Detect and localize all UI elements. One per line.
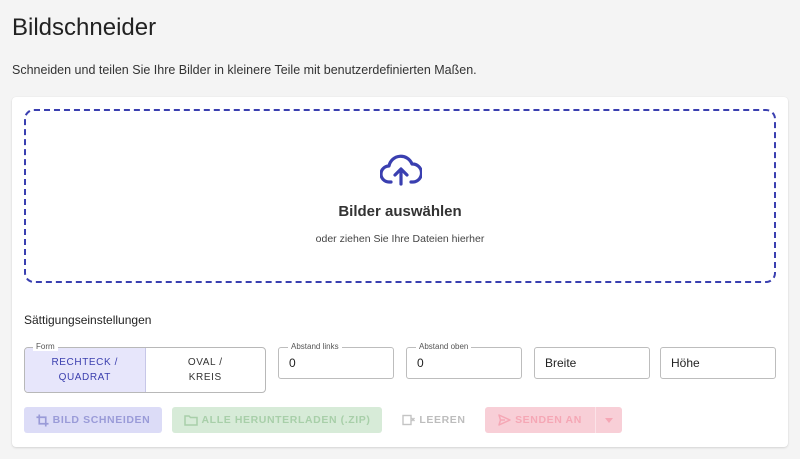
left-margin-legend: Abstand links xyxy=(288,342,342,351)
height-field xyxy=(660,347,776,379)
top-margin-input[interactable] xyxy=(407,348,521,378)
clear-icon xyxy=(402,414,416,426)
cloud-upload-icon xyxy=(380,154,422,186)
page-title: Bildschneider xyxy=(12,14,157,41)
shape-toggle-group: Form RECHTECK / QUADRAT OVAL / KREIS xyxy=(24,342,266,393)
download-all-zip-label: ALLE HERUNTERLADEN (.ZIP) xyxy=(201,414,371,426)
left-margin-input[interactable] xyxy=(279,348,393,378)
shape-option-rectangle-line1: RECHTECK / xyxy=(51,357,119,368)
settings-label: Sättigungseinstellungen xyxy=(24,313,152,327)
send-to-label: SENDEN AN xyxy=(515,414,582,426)
top-margin-field: Abstand oben xyxy=(406,342,522,379)
caret-down-icon xyxy=(605,417,613,423)
crop-icon xyxy=(36,413,49,427)
width-field xyxy=(534,347,650,379)
page-subtitle: Schneiden und teilen Sie Ihre Bilder in … xyxy=(12,63,477,77)
left-margin-field: Abstand links xyxy=(278,342,394,379)
clear-label: LEEREN xyxy=(419,414,466,426)
send-to-dropdown-button[interactable] xyxy=(595,407,622,433)
shape-option-rectangle[interactable]: RECHTECK / QUADRAT xyxy=(25,348,146,392)
main-card: Bilder auswählen oder ziehen Sie Ihre Da… xyxy=(12,97,788,447)
send-icon xyxy=(498,414,511,426)
crop-image-label: BILD SCHNEIDEN xyxy=(52,414,151,426)
clear-button[interactable]: LEEREN xyxy=(392,407,476,433)
crop-image-button[interactable]: BILD SCHNEIDEN xyxy=(24,407,162,433)
dropzone-title: Bilder auswählen xyxy=(338,203,462,220)
send-to-button[interactable]: SENDEN AN xyxy=(485,407,595,433)
shape-option-oval-line1: OVAL / xyxy=(187,357,223,368)
height-input[interactable] xyxy=(661,348,775,378)
shape-option-oval[interactable]: OVAL / KREIS xyxy=(146,348,266,392)
dropzone-subtitle: oder ziehen Sie Ihre Dateien hierher xyxy=(315,233,485,245)
shape-option-oval-line2: KREIS xyxy=(188,372,222,383)
folder-download-icon xyxy=(183,415,198,426)
download-all-zip-button[interactable]: ALLE HERUNTERLADEN (.ZIP) xyxy=(172,407,382,433)
shape-legend: Form xyxy=(33,342,58,351)
width-input[interactable] xyxy=(535,348,649,378)
file-dropzone[interactable]: Bilder auswählen oder ziehen Sie Ihre Da… xyxy=(24,109,776,283)
top-margin-legend: Abstand oben xyxy=(416,342,472,351)
shape-option-rectangle-line2: QUADRAT xyxy=(58,372,111,383)
